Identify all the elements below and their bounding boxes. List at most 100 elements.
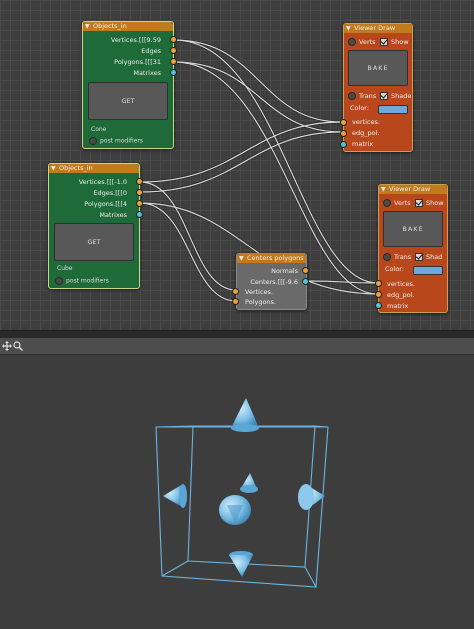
3d-viewport[interactable] [0, 355, 474, 629]
socket-cone-polygons[interactable] [170, 58, 177, 65]
socket-viewer-bottom-vertices[interactable] [375, 280, 382, 287]
socket-cube-edges[interactable] [136, 189, 143, 196]
collapse-arrow-icon[interactable]: ▼ [239, 254, 244, 263]
color-swatch[interactable] [413, 266, 443, 275]
verts-toggle[interactable]: Verts [348, 37, 376, 47]
input-vertices: Vertices. [245, 288, 273, 296]
show-checkbox[interactable]: Show [415, 198, 444, 208]
socket-cone-edges[interactable] [170, 47, 177, 54]
socket-centers-in-polygons[interactable] [232, 298, 239, 305]
output-polygons: Polygons.[[[4 [84, 200, 127, 208]
socket-viewer-top-matrix[interactable] [340, 141, 347, 148]
socket-viewer-bottom-edg-pol[interactable] [375, 291, 382, 298]
color-swatch[interactable] [378, 105, 408, 114]
checkbox-checked-icon [415, 199, 423, 207]
node-title: Centers polygons [247, 254, 304, 262]
object-name: Cube [57, 265, 73, 272]
socket-viewer-bottom-matrix[interactable] [375, 302, 382, 309]
node-header[interactable]: ▼ Viewer Draw [379, 185, 447, 194]
socket-centers-in-vertices[interactable] [232, 288, 239, 295]
cone-back [240, 473, 258, 493]
objects-in-node-cube[interactable]: ▼ Objects_in Vertices.[[[-1.0 Edges.[[[0 … [48, 163, 140, 289]
checkbox-checked-icon [380, 92, 388, 100]
shade-label: Shad [426, 253, 443, 261]
color-label: Color: [385, 265, 405, 273]
verts-toggle[interactable]: Verts [383, 198, 411, 208]
objects-in-node-cone[interactable]: ▼ Objects_in Vertices.[[[9.59 Edges Polyg… [82, 21, 174, 149]
socket-cube-polygons[interactable] [136, 200, 143, 207]
radio-icon [89, 137, 97, 145]
node-header[interactable]: ▼ Viewer Draw [344, 24, 412, 33]
node-header[interactable]: ▼ Centers polygons [237, 254, 306, 263]
input-vertices: vertices. [387, 280, 415, 288]
cone-right [298, 484, 325, 510]
post-modifiers-label: post modifiers [66, 277, 109, 285]
verts-label: Verts [359, 38, 376, 46]
show-label: Show [426, 199, 444, 207]
input-polygons: Polygons. [245, 298, 276, 306]
socket-viewer-top-edg-pol[interactable] [340, 130, 347, 137]
collapse-arrow-icon[interactable]: ▼ [51, 164, 56, 173]
node-title: Viewer Draw [354, 24, 396, 32]
viewer-draw-node-top[interactable]: ▼ Viewer Draw Verts Show BAKE Trans Shade… [343, 23, 413, 152]
trans-toggle[interactable]: Trans [348, 91, 376, 101]
cube-back-face [187, 425, 316, 568]
centers-polygons-node[interactable]: ▼ Centers polygons Normals Centers.[[[-9.… [236, 253, 307, 310]
checkbox-checked-icon [415, 253, 423, 261]
output-normals: Normals [271, 267, 298, 275]
socket-cube-matrixes[interactable] [136, 211, 143, 218]
input-edg-pol: edg_pol. [387, 291, 415, 299]
radio-icon [55, 277, 63, 285]
color-label: Color: [350, 104, 370, 112]
socket-centers-centers[interactable] [302, 278, 309, 285]
socket-centers-normals[interactable] [302, 267, 309, 274]
cone-left [163, 484, 187, 508]
input-matrix: matrix [387, 302, 409, 310]
verts-label: Verts [394, 199, 411, 207]
cube-edge [161, 560, 189, 577]
radio-icon [348, 38, 356, 46]
post-modifiers-label: post modifiers [100, 137, 143, 145]
viewport-scene [155, 398, 329, 588]
viewport-header [0, 338, 474, 355]
socket-cube-vertices[interactable] [136, 178, 143, 185]
node-title: Objects_in [93, 22, 127, 30]
output-matrixes: Matrixes [133, 69, 161, 77]
shade-checkbox[interactable]: Shade [380, 91, 411, 101]
socket-viewer-top-vertices[interactable] [340, 119, 347, 126]
zoom-view-icon[interactable] [13, 341, 23, 351]
output-vertices: Vertices.[[[-1.0 [78, 178, 127, 186]
get-button[interactable]: GET [54, 223, 134, 261]
get-button[interactable]: GET [88, 82, 168, 120]
node-header[interactable]: ▼ Objects_in [49, 164, 139, 173]
checkbox-checked-icon [380, 38, 388, 46]
socket-cone-vertices[interactable] [170, 36, 177, 43]
collapse-arrow-icon[interactable]: ▼ [346, 24, 351, 33]
trans-label: Trans [394, 253, 412, 261]
post-modifiers-toggle[interactable]: post modifiers [89, 137, 143, 145]
show-checkbox[interactable]: Show [380, 37, 409, 47]
output-vertices: Vertices.[[[9.59 [110, 36, 161, 44]
cone-front [219, 495, 251, 525]
move-view-icon[interactable] [2, 341, 12, 351]
bake-button[interactable]: BAKE [383, 211, 443, 247]
node-editor[interactable]: ▼ Objects_in Vertices.[[[9.59 Edges Polyg… [0, 0, 474, 330]
output-centers: Centers.[[[-9.6 [250, 278, 298, 286]
trans-toggle[interactable]: Trans [383, 252, 411, 262]
cone-top [231, 398, 259, 432]
wire [139, 181, 237, 291]
post-modifiers-toggle[interactable]: post modifiers [55, 277, 109, 285]
show-label: Show [391, 38, 409, 46]
collapse-arrow-icon[interactable]: ▼ [85, 22, 90, 31]
node-header[interactable]: ▼ Objects_in [83, 22, 173, 31]
viewer-draw-node-bottom[interactable]: ▼ Viewer Draw Verts Show BAKE Trans Shad … [378, 184, 448, 313]
radio-icon [348, 92, 356, 100]
bake-button[interactable]: BAKE [348, 50, 408, 86]
radio-icon [383, 199, 391, 207]
shade-label: Shade [391, 92, 412, 100]
socket-cone-matrixes[interactable] [170, 69, 177, 76]
shade-checkbox[interactable]: Shad [415, 252, 442, 262]
object-name: Cone [91, 126, 107, 133]
collapse-arrow-icon[interactable]: ▼ [381, 185, 386, 194]
input-matrix: matrix [352, 140, 374, 148]
